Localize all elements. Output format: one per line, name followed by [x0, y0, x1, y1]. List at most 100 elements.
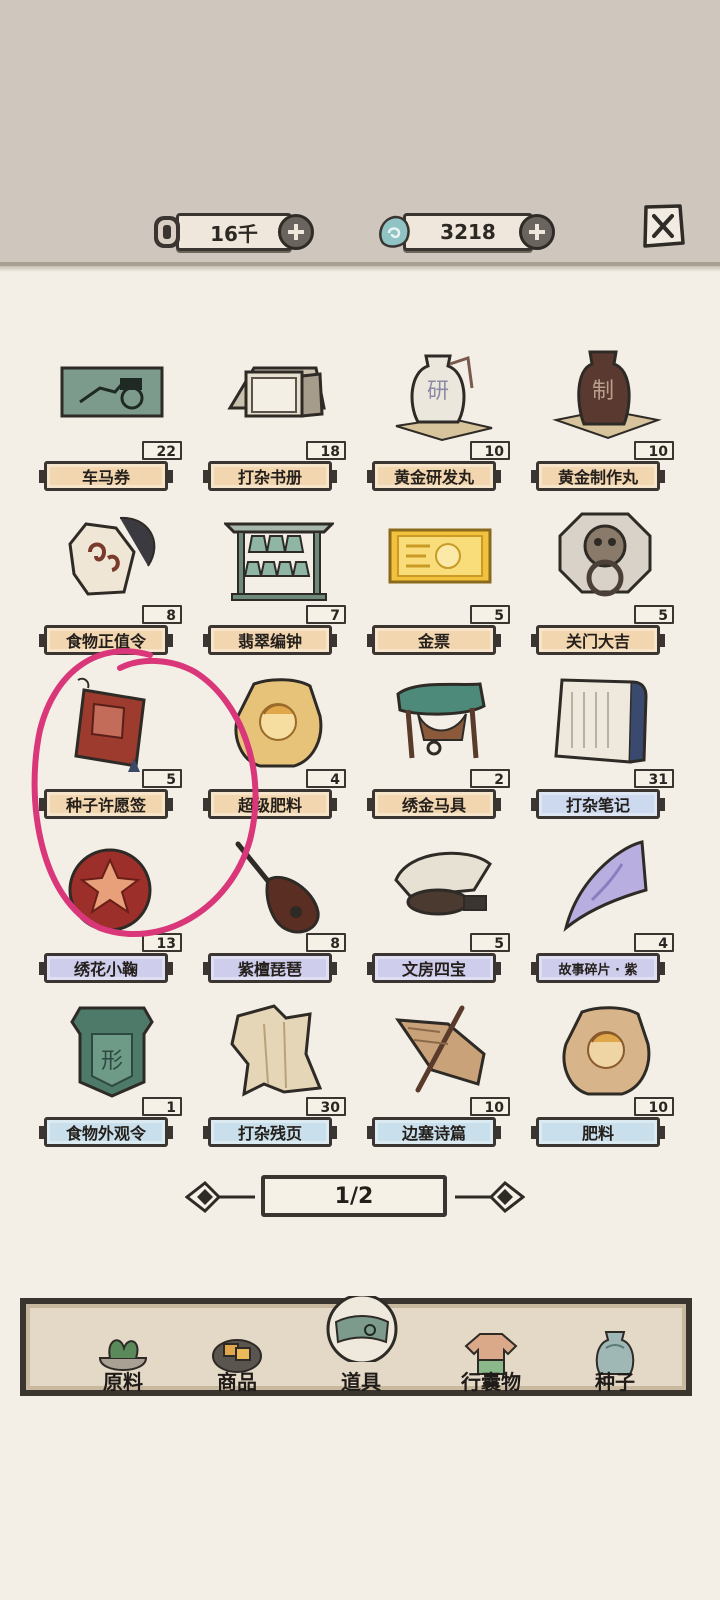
sandalwood-pipa-icon: [235, 841, 320, 934]
item-count: 10: [634, 441, 674, 460]
item-card[interactable]: 8 紫檀琵琶: [203, 840, 346, 990]
tab-materials[interactable]: 原料: [68, 1304, 178, 1400]
tab-label: 行囊物: [461, 1370, 521, 1394]
tab-label: 道具: [341, 1370, 381, 1394]
item-label: 种子许愿签: [39, 789, 173, 819]
item-card[interactable]: 5 关门大吉: [531, 512, 674, 662]
tab-props[interactable]: 道具: [306, 1296, 416, 1400]
item-count: 10: [470, 1097, 510, 1116]
door-knocker-icon: [558, 512, 652, 597]
svg-text:研: 研: [427, 379, 449, 404]
item-label: 翡翠编钟: [203, 625, 337, 655]
item-count: 10: [634, 1097, 674, 1116]
item-label: 边塞诗篇: [367, 1117, 501, 1147]
item-count: 5: [142, 769, 182, 788]
torn-pages-icon: [230, 1004, 323, 1097]
item-label: 绣花小鞠: [39, 953, 173, 983]
item-card[interactable]: 13 绣花小鞠: [39, 840, 182, 990]
svg-text:制: 制: [592, 379, 614, 404]
item-count: 4: [306, 769, 346, 788]
svg-text:形: 形: [101, 1049, 123, 1074]
item-card[interactable]: 4 超级肥料: [203, 676, 346, 826]
props-ticket-icon: [326, 1296, 398, 1362]
item-label: 超级肥料: [203, 789, 337, 819]
item-card[interactable]: 制 10 黄金制作丸: [531, 348, 674, 498]
tab-label: 商品: [217, 1370, 257, 1394]
research-pill-jar-icon: 研: [395, 354, 493, 442]
seed-wish-tag-icon: [74, 677, 146, 772]
tab-seeds[interactable]: 种子: [560, 1304, 670, 1400]
item-label: 肥料: [531, 1117, 665, 1147]
frontier-poem-scroll-icon: [394, 1005, 486, 1093]
add-jade-button[interactable]: [519, 214, 555, 250]
jade-amount: 3218: [403, 213, 533, 251]
item-card[interactable]: 8 食物正值令: [39, 512, 182, 662]
item-card[interactable]: 5 种子许愿签: [39, 676, 182, 826]
item-count: 1: [142, 1097, 182, 1116]
item-count: 4: [634, 933, 674, 952]
bottom-tab-bar: 原料 商品 道具 行囊物 种子: [20, 1296, 692, 1396]
item-count: 10: [470, 441, 510, 460]
item-label: 金票: [367, 625, 501, 655]
item-card[interactable]: 31 打杂笔记: [531, 676, 674, 826]
coin-counter: 16千: [148, 212, 314, 252]
item-card[interactable]: 研 10 黄金研发丸: [367, 348, 510, 498]
previous-page-icon[interactable]: [185, 1179, 257, 1215]
item-label: 食物正值令: [39, 625, 173, 655]
fertilizer-bag-icon: [562, 1006, 651, 1096]
item-label: 文房四宝: [367, 953, 501, 983]
item-label: 故事碎片 · 紫: [531, 953, 665, 983]
item-count: 2: [470, 769, 510, 788]
item-count: 5: [634, 605, 674, 624]
coin-icon: [154, 216, 180, 248]
item-count: 8: [142, 605, 182, 624]
item-card[interactable]: 7 翡翠编钟: [203, 512, 346, 662]
item-card[interactable]: 5 文房四宝: [367, 840, 510, 990]
item-count: 7: [306, 605, 346, 624]
item-card[interactable]: 22 车马券: [39, 348, 182, 498]
item-count: 30: [306, 1097, 346, 1116]
item-count: 31: [634, 769, 674, 788]
tab-label: 原料: [103, 1370, 143, 1394]
item-count: 5: [470, 933, 510, 952]
page-indicator: 1/2: [261, 1175, 447, 1217]
jade-counter: 3218: [375, 212, 555, 252]
tab-luggage[interactable]: 行囊物: [436, 1304, 546, 1400]
tab-goods[interactable]: 商品: [182, 1304, 292, 1400]
top-bar: 16千 3218: [0, 0, 720, 272]
jade-chime-bells-icon: [224, 522, 334, 601]
item-count: 5: [470, 605, 510, 624]
item-label: 打杂书册: [203, 461, 337, 491]
gold-ticket-icon: [388, 528, 492, 584]
carriage-ticket-icon: [60, 366, 164, 418]
jade-icon: [379, 215, 410, 248]
item-card[interactable]: 18 打杂书册: [203, 348, 346, 498]
item-label: 黄金研发丸: [367, 461, 501, 491]
item-count: 13: [142, 933, 182, 952]
item-label: 车马券: [39, 461, 173, 491]
item-card[interactable]: 30 打杂残页: [203, 1004, 346, 1154]
close-icon[interactable]: [640, 203, 686, 249]
book-stack-icon: [227, 366, 326, 418]
item-label: 打杂笔记: [531, 789, 665, 819]
add-coins-button[interactable]: [278, 214, 314, 250]
item-card[interactable]: 5 金票: [367, 512, 510, 662]
super-fertilizer-bag-icon: [234, 678, 323, 768]
item-label: 食物外观令: [39, 1117, 173, 1147]
item-card[interactable]: 4 故事碎片 · 紫: [531, 840, 674, 990]
story-fragment-purple-icon: [563, 840, 648, 933]
item-card[interactable]: 2 绣金马具: [367, 676, 510, 826]
embroidered-saddle-icon: [396, 682, 486, 759]
item-label: 黄金制作丸: [531, 461, 665, 491]
item-count: 8: [306, 933, 346, 952]
tab-label: 种子: [595, 1370, 635, 1394]
item-card[interactable]: 形 1 食物外观令: [39, 1004, 182, 1154]
item-card[interactable]: 10 肥料: [531, 1004, 674, 1154]
next-page-icon[interactable]: [453, 1179, 525, 1215]
embroidered-ball-icon: [68, 848, 152, 932]
item-count: 18: [306, 441, 346, 460]
coin-amount: 16千: [176, 213, 292, 251]
item-card[interactable]: 10 边塞诗篇: [367, 1004, 510, 1154]
four-treasures-icon: [394, 851, 492, 916]
chore-notes-scroll-icon: [554, 678, 648, 764]
